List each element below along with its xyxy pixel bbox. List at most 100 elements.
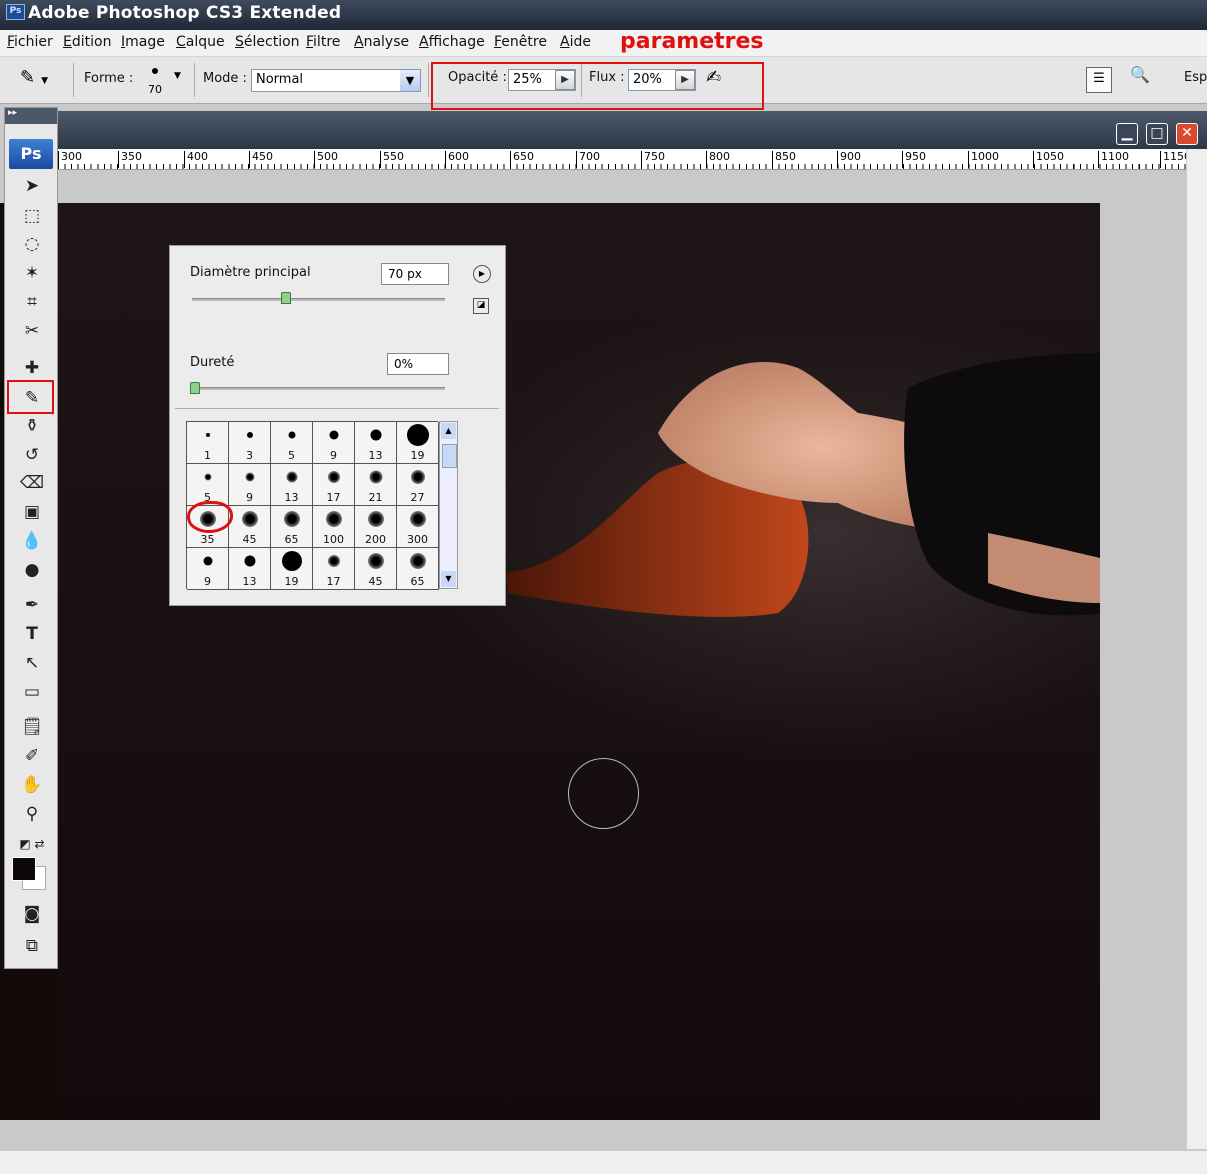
chevron-down-icon[interactable]: ▼ (400, 70, 420, 91)
minimize-icon[interactable]: ▁ (1116, 123, 1138, 145)
menu-affichage[interactable]: Affichage (419, 34, 485, 50)
palette-well-icon[interactable]: ☰ (1086, 67, 1112, 93)
screen-mode-icon[interactable]: ⧉ (13, 934, 51, 958)
scroll-down-icon[interactable]: ▼ (441, 571, 456, 587)
brush-preset-cell[interactable]: 19 (397, 422, 439, 464)
swap-colors-icon[interactable]: ◩ ⇄ (13, 832, 51, 856)
brush-shape-picker[interactable]: 70 ▼ (146, 63, 188, 99)
marquee-tool-icon[interactable]: ⬚ (13, 204, 51, 228)
brush-preset-cell[interactable]: 45 (355, 548, 397, 590)
brush-preset-cell[interactable]: 13 (229, 548, 271, 590)
durete-field[interactable]: 0% (387, 353, 449, 375)
new-preset-icon[interactable]: ◪ (473, 298, 489, 314)
diametre-field[interactable]: 70 px (381, 263, 449, 285)
menu-image[interactable]: Image (121, 34, 165, 50)
history-brush-tool-icon[interactable]: ↺ (13, 443, 51, 467)
menu-edition[interactable]: Edition (63, 34, 111, 50)
panel-collapse-handle[interactable]: ▸▸ (5, 108, 57, 124)
brush-size-label: 35 (200, 533, 215, 546)
eyedropper-tool-icon[interactable]: ✐ (13, 744, 51, 768)
ruler-tick-label: 600 (445, 151, 469, 168)
brush-size-label: 9 (204, 575, 211, 588)
eraser-tool-icon[interactable]: ⌫ (13, 471, 51, 495)
brush-preset-cell[interactable]: 17 (313, 464, 355, 506)
photoshop-logo[interactable]: Ps (9, 139, 53, 169)
brush-preset-cell[interactable]: 19 (271, 548, 313, 590)
brush-preset-cell[interactable]: 1 (187, 422, 229, 464)
brush-preset-cell[interactable]: 9 (313, 422, 355, 464)
pen-tool-icon[interactable]: ✒ (13, 593, 51, 617)
brush-preset-cell[interactable]: 13 (355, 422, 397, 464)
move-tool-icon[interactable]: ➤ (13, 174, 51, 198)
notes-tool-icon[interactable]: 🗒 (13, 715, 51, 739)
vertical-scrollbar[interactable] (1186, 149, 1207, 1149)
diametre-slider[interactable] (192, 298, 445, 301)
presets-scrollbar[interactable]: ▲ ▼ (439, 421, 458, 589)
menu-selection[interactable]: Sélection (235, 34, 300, 50)
mode-select[interactable]: Normal ▼ (251, 69, 421, 92)
brush-size-label: 300 (407, 533, 428, 546)
shape-tool-icon[interactable]: ▭ (13, 680, 51, 704)
durete-value: 0% (394, 357, 414, 371)
brush-size-label: 17 (326, 575, 341, 588)
healing-brush-tool-icon[interactable]: ✚ (13, 356, 51, 380)
brush-preset-cell[interactable]: 17 (313, 548, 355, 590)
brush-preset-cell[interactable]: 9 (229, 464, 271, 506)
close-icon[interactable]: ✕ (1176, 123, 1198, 145)
menu-calque[interactable]: Calque (176, 34, 225, 50)
scroll-thumb[interactable] (442, 444, 457, 468)
brush-preset-cell[interactable]: 13 (271, 464, 313, 506)
brush-preset-cell[interactable]: 5 (271, 422, 313, 464)
menu-aide[interactable]: Aide (560, 34, 591, 50)
brush-size-label: 9 (330, 449, 337, 462)
brush-preset-cell[interactable]: 100 (313, 506, 355, 548)
brush-preset-cell[interactable]: 200 (355, 506, 397, 548)
durete-slider-thumb[interactable] (190, 382, 200, 394)
mode-value: Normal (256, 72, 304, 87)
brush-preset-cell[interactable]: 300 (397, 506, 439, 548)
clone-stamp-tool-icon[interactable]: ⚱ (13, 414, 51, 438)
type-tool-icon[interactable]: T (13, 622, 51, 646)
bridge-icon[interactable]: 🔍 (1130, 65, 1164, 93)
quick-mask-icon[interactable]: ◙ (13, 902, 51, 926)
brush-tip-icon (329, 430, 338, 440)
durete-slider[interactable] (192, 387, 445, 390)
slice-tool-icon[interactable]: ✂ (13, 319, 51, 343)
lasso-tool-icon[interactable]: ◌ (13, 232, 51, 256)
ruler-tick-label: 1100 (1098, 151, 1129, 168)
espace-de-travail-label[interactable]: Esp (1184, 70, 1207, 85)
forme-label: Forme : (84, 71, 134, 86)
panel-menu-icon[interactable]: ▶ (473, 265, 491, 283)
diametre-slider-thumb[interactable] (280, 292, 291, 304)
menu-fenetre[interactable]: Fenêtre (494, 34, 547, 50)
brush-preset-picker[interactable]: ✎ ▼ (20, 67, 68, 93)
brush-preset-cell[interactable]: 3 (229, 422, 271, 464)
menu-fichier[interactable]: Fichier (7, 34, 53, 50)
hand-tool-icon[interactable]: ✋ (13, 773, 51, 797)
brush-size-label: 3 (246, 449, 253, 462)
scroll-up-icon[interactable]: ▲ (441, 423, 456, 439)
brush-preset-cell[interactable]: 65 (271, 506, 313, 548)
brush-preset-cell[interactable]: 21 (355, 464, 397, 506)
horizontal-scrollbar[interactable] (0, 1150, 1207, 1174)
gradient-tool-icon[interactable]: ▣ (13, 500, 51, 524)
brush-size-label: 13 (284, 491, 299, 504)
brush-preset-cell[interactable]: 65 (397, 548, 439, 590)
crop-tool-icon[interactable]: ⌗ (13, 290, 51, 314)
menu-analyse[interactable]: Analyse (354, 34, 409, 50)
brush-tip-icon (204, 473, 211, 481)
brush-preset-cell[interactable]: 9 (187, 548, 229, 590)
magic-wand-tool-icon[interactable]: ✶ (13, 261, 51, 285)
brush-preset-cell[interactable]: 5 (187, 464, 229, 506)
zoom-tool-icon[interactable]: ⚲ (13, 802, 51, 826)
maximize-icon[interactable]: □ (1146, 123, 1168, 145)
ruler-tick-label: 1000 (968, 151, 999, 168)
menu-filtre[interactable]: Filtre (306, 34, 340, 50)
dodge-tool-icon[interactable]: ● (13, 558, 51, 582)
blur-tool-icon[interactable]: 💧 (13, 529, 51, 553)
path-selection-tool-icon[interactable]: ↖ (13, 651, 51, 675)
foreground-color-swatch[interactable] (12, 857, 36, 881)
brush-preset-cell[interactable]: 45 (229, 506, 271, 548)
brush-tip-icon (367, 511, 384, 527)
brush-preset-cell[interactable]: 27 (397, 464, 439, 506)
